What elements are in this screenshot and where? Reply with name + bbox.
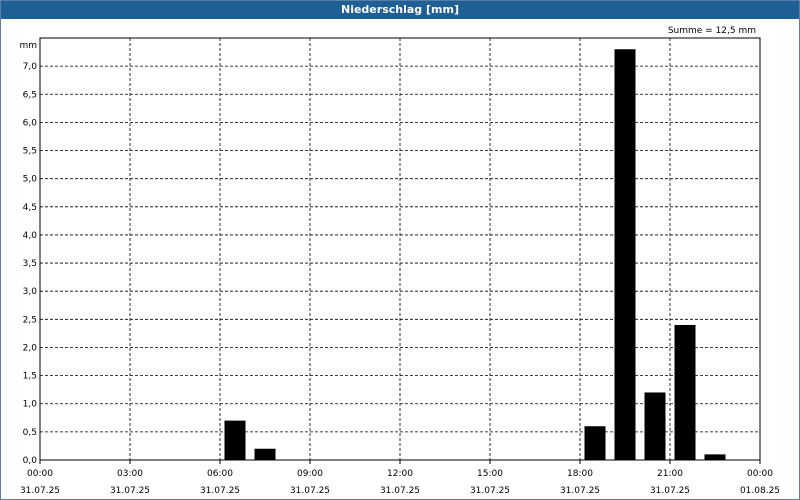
x-axis-ticks: 00:00 31.07.25 03:00 31.07.25 06:00 31.07.25 0… [20, 460, 780, 496]
bar-06 [224, 420, 246, 460]
x-tick-time: 18:00 [567, 469, 593, 479]
x-tick-time: 15:00 [477, 469, 503, 479]
y-tick-label: 6,5 [23, 90, 37, 100]
x-tick-date: 31.07.25 [200, 486, 240, 496]
y-tick-label: 6,0 [23, 118, 38, 128]
x-tick-date: 01.08.25 [740, 486, 780, 496]
x-tick-time: 00:00 [27, 469, 53, 479]
x-tick-date: 31.07.25 [470, 486, 510, 496]
y-tick-label: 4,5 [23, 203, 37, 213]
y-tick-label: 5,5 [23, 147, 37, 157]
x-tick-time: 21:00 [657, 469, 683, 479]
x-tick-date: 31.07.25 [290, 486, 330, 496]
x-tick-date: 31.07.25 [380, 486, 420, 496]
y-tick-label: 3,0 [23, 287, 38, 297]
y-tick-label: 1,5 [23, 372, 37, 382]
y-tick-label: 2,0 [23, 343, 38, 353]
y-tick-label: 0,0 [23, 456, 38, 466]
y-tick-label: 7,0 [23, 62, 38, 72]
precipitation-sum: Summe = 12,5 mm [668, 26, 756, 36]
y-tick-label: 0,5 [23, 428, 37, 438]
precipitation-chart: 0,0 0,5 1,0 1,5 2,0 2,5 3,0 3,5 4,0 4,5 5,0 5,5 6,0 6… [19, 26, 780, 496]
x-tick-date: 31.07.25 [650, 486, 690, 496]
y-tick-label: 3,5 [23, 259, 37, 269]
bar-20 [644, 392, 666, 460]
x-tick-time: 00:00 [747, 469, 773, 479]
bar-22 [704, 454, 726, 460]
x-tick-time: 06:00 [207, 469, 233, 479]
y-tick-label: 2,5 [23, 315, 37, 325]
x-tick-time: 09:00 [297, 469, 323, 479]
bar-18 [584, 426, 606, 460]
bar-19 [614, 49, 636, 461]
bars [224, 49, 726, 461]
y-axis-ticks: 0,0 0,5 1,0 1,5 2,0 2,5 3,0 3,5 4,0 4,5 5,0 5,5 6,0 6… [23, 62, 38, 466]
y-tick-label: 4,0 [23, 231, 38, 241]
bar-21 [674, 324, 696, 460]
bar-07 [254, 448, 276, 460]
x-tick-time: 03:00 [117, 469, 143, 479]
y-tick-label: 5,0 [23, 175, 38, 185]
x-tick-date: 31.07.25 [110, 486, 150, 496]
x-tick-date: 31.07.25 [20, 486, 60, 496]
x-tick-time: 12:00 [387, 469, 413, 479]
y-axis-label: mm [19, 41, 37, 51]
x-tick-date: 31.07.25 [560, 486, 600, 496]
y-tick-label: 1,0 [23, 400, 38, 410]
